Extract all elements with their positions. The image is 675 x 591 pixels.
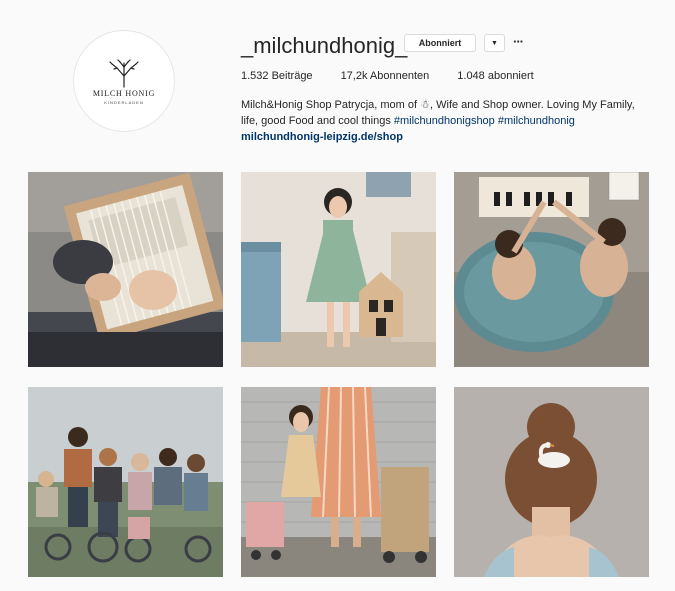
post-thumbnail-girl-dollhouse[interactable]	[241, 172, 436, 367]
following-count[interactable]: 1.048 abonniert	[457, 70, 533, 82]
profile-username: _milchundhonig_	[241, 33, 408, 58]
bio-text-1b: , Wife and Shop owner. Loving My Family,	[430, 99, 635, 111]
hashtag-link[interactable]: #milchundhonigshop	[394, 115, 495, 127]
tree-logo-icon	[109, 58, 139, 88]
profile-avatar[interactable]: MILCH HONIG KINDERLADEN	[73, 30, 175, 132]
profile-bio: Milch&Honig Shop Patrycja, mom of ☃, Wif…	[241, 97, 651, 145]
followers-count[interactable]: 17,2k Abonnenten	[341, 70, 430, 82]
logo-text: MILCH HONIG	[92, 88, 156, 98]
logo-subtext: KINDERLADEN	[104, 99, 144, 105]
girl-dollhouse-photo	[241, 172, 436, 367]
more-options-icon[interactable]: ···	[513, 34, 524, 49]
posts-count: 1.532 Beiträge	[241, 70, 313, 82]
post-thumbnail-children-piano[interactable]	[454, 172, 649, 367]
post-thumbnail-swan-hairclip[interactable]	[454, 387, 649, 577]
suggestions-dropdown-button[interactable]: ▼	[484, 34, 505, 52]
website-link[interactable]: milchundhonig-leipzig.de/shop	[241, 131, 403, 143]
post-thumbnail-basket-trolley[interactable]	[241, 387, 436, 577]
snowman-emoji-icon: ☃	[420, 99, 431, 111]
weaving-loom-photo	[28, 172, 223, 367]
profile-stats: 1.532 Beiträge 17,2k Abonnenten 1.048 ab…	[241, 70, 562, 82]
hashtag-link[interactable]: #milchundhonig	[498, 115, 575, 127]
basket-trolley-photo	[241, 387, 436, 577]
children-piano-photo	[454, 172, 649, 367]
kids-bikes-photo	[28, 387, 223, 577]
swan-hairclip-photo	[454, 387, 649, 577]
following-button[interactable]: Abonniert	[404, 34, 476, 52]
post-thumbnail-weaving-loom[interactable]	[28, 172, 223, 367]
bio-text-2: life, good Food and cool things	[241, 115, 394, 127]
post-thumbnail-kids-bikes[interactable]	[28, 387, 223, 577]
bio-text-1: Milch&Honig Shop Patrycja, mom of	[241, 99, 421, 111]
caret-down-icon: ▼	[491, 39, 498, 47]
